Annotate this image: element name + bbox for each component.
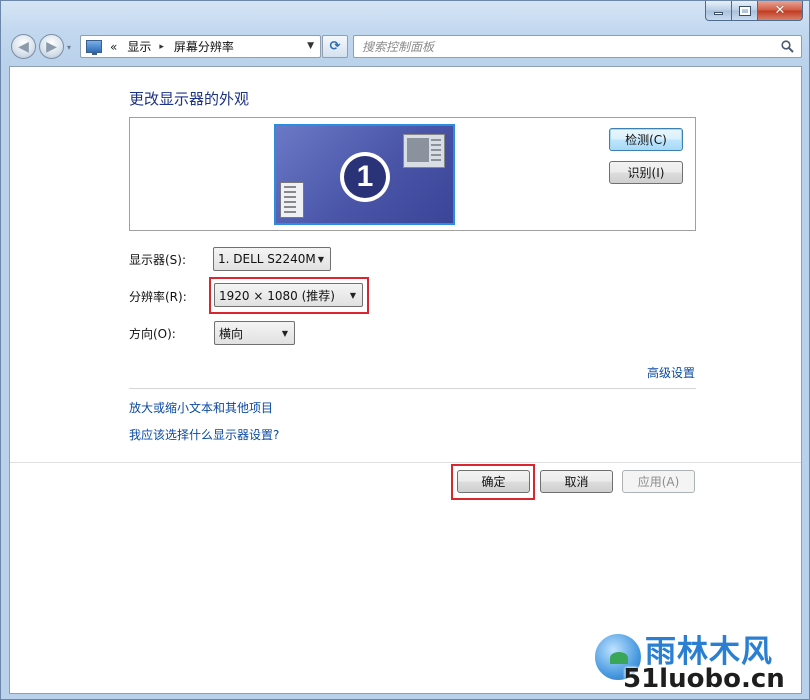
display-value: 1. DELL S2240M [218,252,316,266]
breadcrumb-screen-resolution[interactable]: 屏幕分辨率 [174,38,234,55]
footer-divider [10,462,801,463]
apply-button[interactable]: 应用(A) [622,470,695,493]
chevron-down-icon: ▼ [349,291,356,300]
search-placeholder: 搜索控制面板 [362,40,435,54]
resolution-label: 分辨率(R): [129,290,187,304]
refresh-button[interactable]: ⟳ [322,35,348,58]
address-bar[interactable]: « 显示 ▸ 屏幕分辨率 ▼ [80,35,321,58]
orientation-select[interactable]: 横向 ▼ [214,321,295,345]
maximize-button[interactable] [732,1,758,21]
breadcrumb-display[interactable]: 显示 [127,38,151,55]
minimize-button[interactable] [705,1,732,21]
back-arrow-icon: ◀ [18,38,29,55]
forward-arrow-icon: ▶ [46,38,57,55]
back-button[interactable]: ◀ [11,34,36,59]
which-display-settings-link[interactable]: 我应该选择什么显示器设置? [129,426,279,443]
close-button[interactable]: ✕ [758,1,803,21]
cancel-button[interactable]: 取消 [540,470,613,493]
maximize-icon [738,5,751,16]
watermark-domain: 51luobo.cn [623,664,785,694]
ok-button[interactable]: 确定 [457,470,530,493]
breadcrumb-separator-icon[interactable]: ▸ [159,42,164,52]
display-control-panel-icon [86,40,102,55]
detect-button[interactable]: 检测(C) [609,128,683,151]
enlarge-text-link[interactable]: 放大或缩小文本和其他项目 [129,399,273,416]
monitor-preview-panel: 1 检测(C) 识别(I) [129,117,696,231]
close-icon: ✕ [774,3,786,18]
address-overflow-chevron[interactable]: « [110,40,117,54]
advanced-settings-link[interactable]: 高级设置 [647,364,695,381]
minimize-icon [714,12,723,15]
monitor-number-badge: 1 [340,152,390,202]
sidebar-thumbnail-icon [280,182,304,218]
identify-button[interactable]: 识别(I) [609,161,683,184]
chevron-down-icon: ▼ [281,329,288,338]
content-area: 更改显示器的外观 1 检测(C) 识别(I) 显示器(S): 1. DELL S… [9,66,802,694]
chevron-down-icon: ▼ [317,255,324,264]
orientation-value: 横向 [219,326,244,341]
address-dropdown-icon[interactable]: ▼ [307,41,314,51]
display-label: 显示器(S): [129,253,187,267]
window-frame: ✕ ◀ ▶ ▾ « 显示 ▸ 屏幕分辨率 ▼ ⟳ 搜索控制面板 更改显示器的外观 [0,0,810,700]
display-select[interactable]: 1. DELL S2240M ▼ [213,247,331,271]
site-watermark: 雨林木风 51luobo.cn [593,626,805,698]
page-title: 更改显示器的外观 [129,90,250,108]
resolution-select[interactable]: 1920 × 1080 (推荐) ▼ [214,283,363,307]
divider [129,388,696,389]
resolution-value: 1920 × 1080 (推荐) [219,288,335,303]
monitor-number: 1 [344,156,386,198]
monitor-1-preview[interactable]: 1 [274,124,455,225]
orientation-label: 方向(O): [129,327,176,341]
caption-buttons: ✕ [705,1,803,21]
recent-pages-dropdown[interactable]: ▾ [67,43,71,52]
search-input[interactable]: 搜索控制面板 [353,35,802,58]
search-icon[interactable] [781,40,794,53]
forward-button[interactable]: ▶ [39,34,64,59]
refresh-icon: ⟳ [329,39,341,54]
window-thumbnail-icon [403,134,445,168]
